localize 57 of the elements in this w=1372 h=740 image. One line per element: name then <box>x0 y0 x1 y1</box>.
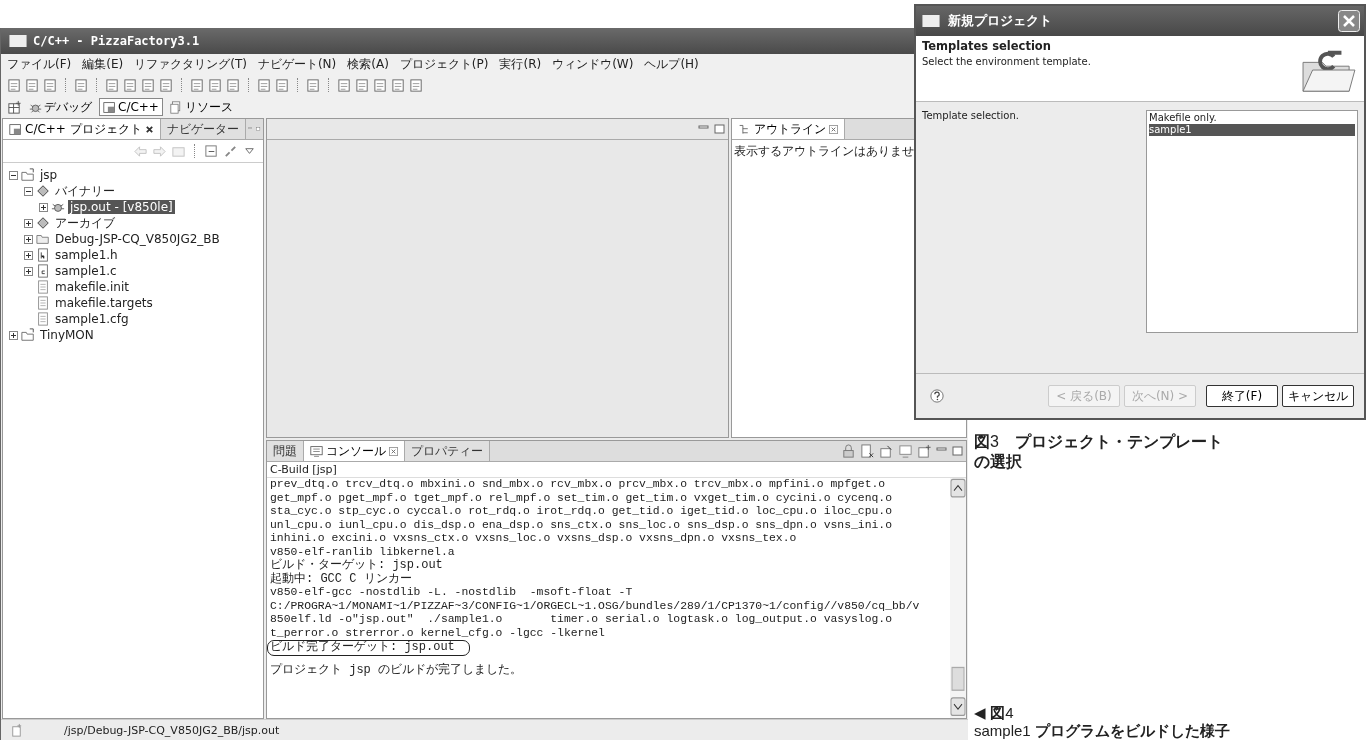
figure-caption: ◀ 図4 <box>974 704 1015 722</box>
dialog-heading: Templates selection <box>922 39 1052 53</box>
menu-item[interactable]: 編集(E) <box>82 55 124 73</box>
console-line: get_mpf.o pget_mpf.o tget_mpf.o rel_mpf.o set_tim.o get_tim.o vxget_tim.o cycini.o cycenq.o <box>270 491 894 505</box>
field-label: Template selection. <box>922 110 1020 123</box>
tree-item[interactable]: アーカイブ <box>53 214 117 232</box>
menu-item[interactable]: ウィンドウ(W) <box>552 55 634 73</box>
perspective-tab[interactable]: C/C++ <box>99 98 163 116</box>
tree-item[interactable]: TinyMON <box>38 328 96 342</box>
panel-tab[interactable]: コンソール <box>304 441 405 461</box>
console-line: C:/PROGRA~1/MONAMI~1/PIZZAF~3/CONFIG~1/ORGECL~1.OSG/bundles/289/1/CP1370~1/config//v850/cq_bb/v <box>270 599 921 613</box>
tree-item[interactable]: makefile.targets <box>53 296 155 310</box>
console-line: inhini.o excini.o vxsns_ctx.o vxsns_loc.o vxsns_dsp.o vxsns_dpn.o vxsns_tex.o <box>270 532 798 546</box>
console-line: 850elf.ld -o"jsp.out" ./sample1.o timer.o serial.o logtask.o log_output.o vasyslog.o <box>270 613 894 627</box>
tree-item[interactable]: makefile.init <box>53 280 131 294</box>
tree-item[interactable]: jsp <box>38 168 60 182</box>
menu-item[interactable]: ナビゲート(N) <box>257 55 337 73</box>
console-line: t_perror.o strerror.o kernel_cfg.o -lgcc -lkernel <box>270 626 606 640</box>
console-line: ビルド完了ターゲット: jsp.out <box>267 640 470 656</box>
perspective-tab[interactable]: デバッグ <box>25 96 96 118</box>
tree-item[interactable]: バイナリー <box>53 182 117 200</box>
menu-item[interactable]: ヘルプ(H) <box>644 55 699 73</box>
perspective-tab[interactable]: リソース <box>165 96 237 118</box>
tree-item[interactable]: Debug-JSP-CQ_V850JG2_BB <box>53 232 222 246</box>
menu-item[interactable]: ファイル(F) <box>7 55 72 73</box>
outline-message: 表示するアウトラインはありませ <box>733 143 915 160</box>
console-line: prev_dtq.o trcv_dtq.o mbxini.o snd_mbx.o rcv_mbx.o prcv_mbx.o trcv_mbx.o mpfini.o mpfget.o <box>270 478 887 492</box>
console-line: unl_cpu.o iunl_cpu.o dis_dsp.o ena_dsp.o sns_ctx.o sns_loc.o sns_dsp.o sns_dpn.o vsns_ini.o <box>270 518 894 532</box>
figure-caption: sample1 プログラムをビルドした様子 <box>974 722 1231 740</box>
console-line: プロジェクト jsp のビルドが完了しました。 <box>270 663 523 677</box>
template-list[interactable]: Makefile only. sample1 <box>1146 110 1358 333</box>
tree-item[interactable]: jsp.out - [v850le] <box>68 200 175 214</box>
menu-item[interactable]: 実行(R) <box>499 55 542 73</box>
list-item[interactable]: Makefile only. <box>1149 112 1355 124</box>
dialog-title: 新規プロジェクト <box>948 12 1052 30</box>
figure-caption: 図3 プロジェクト・テンプレート <box>974 432 1224 452</box>
menu-item[interactable]: 検索(A) <box>347 55 389 73</box>
console-line: v850-elf-ranlib libkernel.a <box>270 545 456 558</box>
menu-item[interactable]: プロジェクト(P) <box>399 55 489 73</box>
window-title: C/C++ - PizzaFactory3.1 <box>33 34 200 48</box>
dialog-button[interactable]: キャンセル <box>1282 385 1354 407</box>
dialog-button[interactable]: 終了(F) <box>1206 385 1278 407</box>
status-text: /jsp/Debug-JSP-CQ_V850JG2_BB/jsp.out <box>64 723 280 737</box>
console-line: sta_cyc.o stp_cyc.o cyccal.o rot_rdq.o irot_rdq.o get_tid.o iget_tid.o loc_cpu.o iloc_cpu.o <box>270 505 894 519</box>
console-line: ビルド・ターゲット: jsp.out <box>270 559 444 572</box>
console-line: 起動中: GCC C リンカー <box>270 572 413 586</box>
dialog-description: Select the environment template. <box>922 56 1091 67</box>
panel-tab[interactable]: アウトライン <box>732 119 845 139</box>
panel-tab[interactable]: C/C++ プロジェクト <box>3 119 161 139</box>
tree-item[interactable]: sample1.cfg <box>53 312 131 326</box>
console-line: v850-elf-gcc -nostdlib -L. -nostdlib -msoft-float -T <box>270 586 634 600</box>
console-name: C-Build [jsp] <box>267 462 966 478</box>
tree-item[interactable]: sample1.c <box>53 264 119 278</box>
list-item[interactable]: sample1 <box>1149 124 1355 136</box>
figure-caption: の選択 <box>974 452 1023 472</box>
menu-item[interactable]: リファクタリング(T) <box>134 55 247 73</box>
tree-item[interactable]: sample1.h <box>53 248 120 262</box>
